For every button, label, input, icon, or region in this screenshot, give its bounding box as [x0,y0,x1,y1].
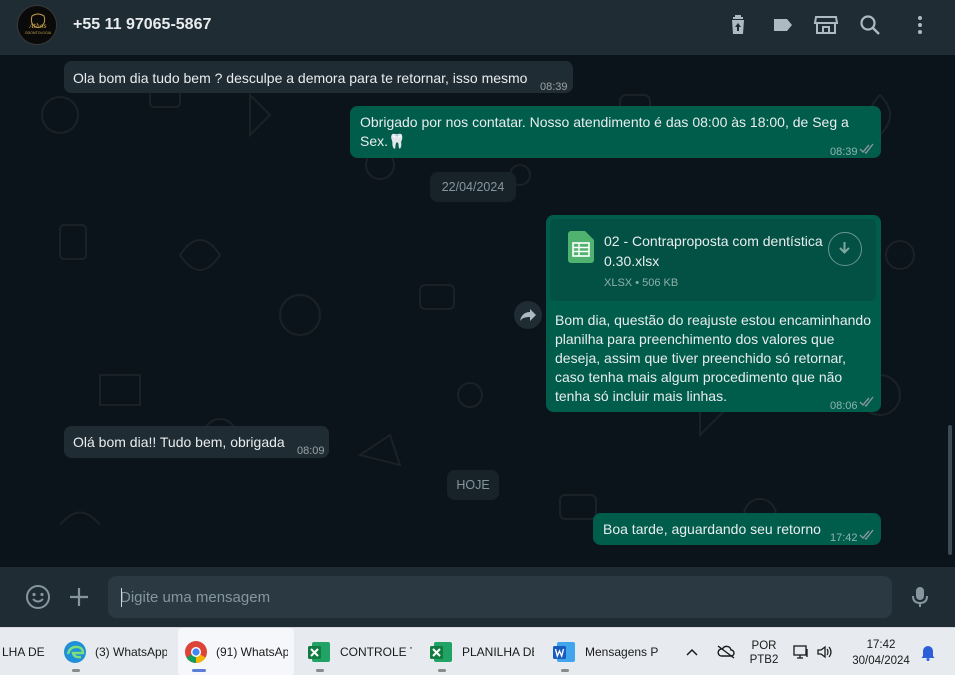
message-composer [0,567,955,627]
message-text: Boa tarde, aguardando seu retorno [603,521,821,537]
message-text: Ola bom dia tudo bem ? desculpe a demora… [73,70,528,86]
word-icon [553,642,575,662]
running-indicator [316,669,324,672]
svg-text:Athos: Athos [28,23,46,30]
clock-time: 17:42 [866,639,896,651]
keyboard-label: PTB2 [749,654,779,666]
language-label: POR [751,640,777,652]
read-ticks-icon [859,529,874,540]
taskbar-item-edge[interactable]: (3) WhatsApp [58,628,172,675]
network-icon[interactable] [792,628,812,675]
read-ticks-icon [859,143,874,154]
message-time: 08:39 [830,146,858,158]
taskbar-item-excel-1[interactable]: LHA DE [0,628,52,675]
download-icon [839,242,850,254]
file-name: 02 - Contraproposta com dentística 0.30.… [604,233,823,269]
taskbar-item-label: LHA DE [2,645,45,659]
message-text: Olá bom dia!! Tudo bem, obrigada [73,434,285,450]
date-divider: 22/04/2024 [430,172,516,202]
excel-icon [308,642,330,662]
taskbar-item-label: PLANILHA DE [462,645,534,659]
read-ticks-icon [859,396,874,407]
file-size: 506 KB [642,277,679,289]
contact-name[interactable]: +55 11 97065-5867 [73,16,211,34]
message-incoming[interactable]: Ola bom dia tudo bem ? desculpe a demora… [64,61,573,93]
onedrive-offline-icon[interactable] [716,628,738,675]
date-divider: HOJE [447,470,499,500]
message-outgoing[interactable]: Obrigado por nos contatar. Nosso atendim… [350,106,881,158]
message-input[interactable] [120,576,880,618]
message-outgoing[interactable]: Boa tarde, aguardando seu retorno 17:42 [593,513,881,545]
file-attachment[interactable]: 02 - Contraproposta com dentística 0.30.… [550,219,876,301]
file-type: XLSX [604,277,633,289]
input-language[interactable]: POR PTB2 [746,639,782,667]
message-list[interactable]: Ola bom dia tudo bem ? desculpe a demora… [0,55,955,567]
store-icon[interactable] [813,13,839,37]
chat-header: Athos ODONTOLOGIA +55 11 97065-5867 [0,0,955,55]
emoji-icon[interactable] [25,584,51,610]
avatar[interactable]: Athos ODONTOLOGIA [17,5,57,45]
microphone-icon[interactable] [907,584,933,610]
running-indicator [561,669,569,672]
file-meta: XLSX • 506 KB [604,277,679,289]
taskbar-item-excel-3[interactable]: PLANILHA DE [426,628,538,675]
chat-scrollbar[interactable] [948,425,952,555]
windows-taskbar: LHA DE (3) WhatsApp (91) WhatsAp CONTROL… [0,627,955,675]
avatar-logo: Athos ODONTOLOGIA [18,6,56,44]
message-time: 08:06 [830,400,858,412]
clock[interactable]: 17:42 30/04/2024 [846,638,916,668]
running-indicator [438,669,446,672]
spreadsheet-file-icon [568,231,594,263]
taskbar-item-label: CONTROLE T [340,645,412,659]
message-time: 08:39 [540,81,568,93]
attach-plus-icon[interactable] [66,584,92,610]
chrome-icon [185,641,207,663]
taskbar-item-label: Mensagens P [585,645,659,659]
message-outgoing-file[interactable]: 02 - Contraproposta com dentística 0.30.… [546,215,881,412]
message-time: 08:09 [297,445,325,457]
taskbar-item-label: (91) WhatsAp [216,645,288,659]
svg-text:ODONTOLOGIA: ODONTOLOGIA [25,31,52,35]
clock-date: 30/04/2024 [852,655,910,667]
message-input-box[interactable] [108,576,892,618]
whatsapp-window: Athos ODONTOLOGIA +55 11 97065-5867 Ola … [0,0,955,675]
label-icon[interactable] [771,13,795,37]
forward-icon [520,309,536,321]
message-time: 17:42 [830,532,858,544]
notification-bell-icon[interactable] [920,628,938,675]
taskbar-item-chrome[interactable]: (91) WhatsAp [178,628,294,675]
text-caret [121,588,122,607]
forward-button[interactable] [514,301,542,329]
taskbar-item-excel-2[interactable]: CONTROLE T [304,628,416,675]
active-indicator [192,669,206,672]
menu-icon[interactable] [908,13,932,37]
taskbar-item-label: (3) WhatsApp [95,645,167,659]
running-indicator [72,669,80,672]
excel-icon [430,642,452,662]
delete-icon[interactable] [726,13,750,37]
message-incoming[interactable]: Olá bom dia!! Tudo bem, obrigada 08:09 [64,426,329,458]
edge-icon [64,641,86,663]
download-button[interactable] [828,232,862,266]
taskbar-item-word[interactable]: Mensagens P [549,628,665,675]
message-text: Bom dia, questão do reajuste estou encam… [555,312,871,404]
tray-overflow-chevron-icon[interactable] [684,628,704,675]
message-text: Obrigado por nos contatar. Nosso atendim… [360,114,849,149]
volume-icon[interactable] [816,628,838,675]
search-icon[interactable] [858,13,882,37]
